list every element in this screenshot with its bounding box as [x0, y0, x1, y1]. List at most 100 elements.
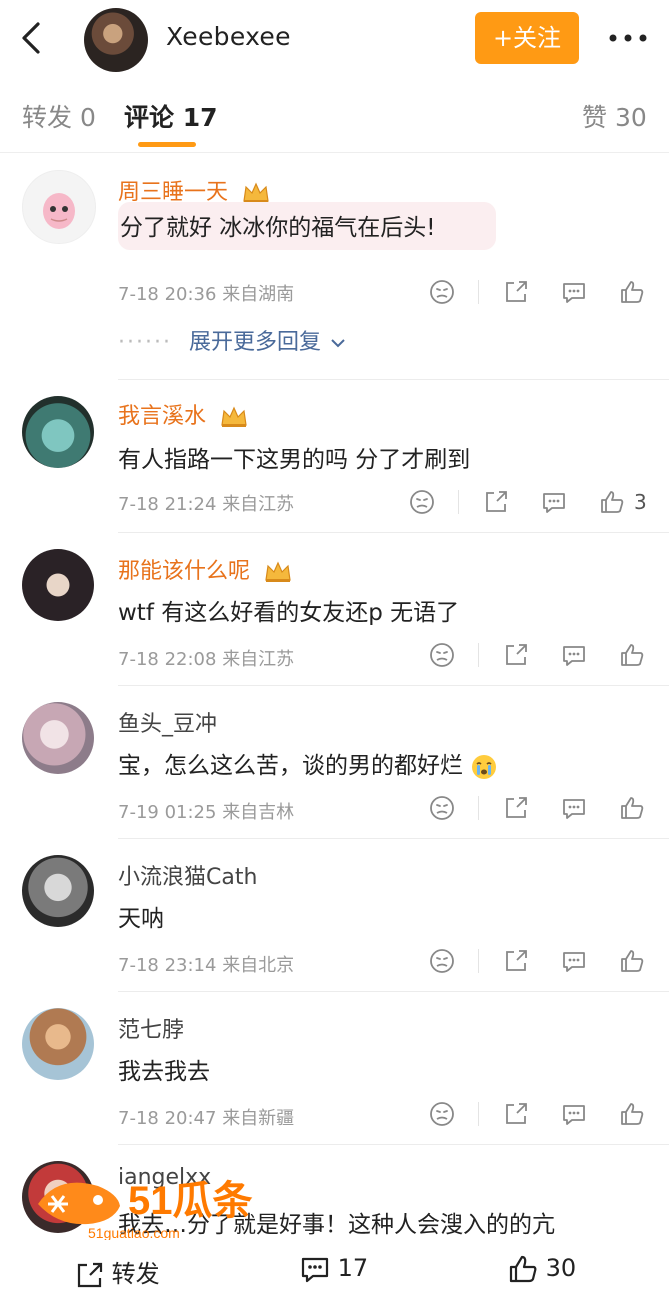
- expand-label[interactable]: 展开更多回复: [189, 330, 321, 355]
- comment-text: wtf 有这么好看的女友还p 无语了: [118, 600, 460, 626]
- commenter-name[interactable]: 我言溪水: [118, 398, 249, 430]
- username[interactable]: Xeebexee: [166, 22, 291, 51]
- comment-item: 周三睡一天 分了就好 冰冰你的福气在后头! 7-18 20:36 来自湖南 ··…: [0, 160, 669, 380]
- like-icon[interactable]: [618, 278, 646, 306]
- commenter-avatar[interactable]: [22, 702, 94, 774]
- share-icon[interactable]: [502, 947, 530, 975]
- comment-text: 宝，怎么这么苦，谈的男的都好烂: [118, 746, 498, 781]
- comment-time: 7-18 23:14: [118, 955, 217, 976]
- back-arrow-icon[interactable]: [14, 18, 48, 58]
- reply-icon[interactable]: [560, 1100, 588, 1128]
- comment-item: 小流浪猫Cath 天呐 7-18 23:14 来自北京: [0, 839, 669, 992]
- share-icon[interactable]: [502, 641, 530, 669]
- comment-meta: 7-19 01:25 来自吉林: [118, 798, 294, 824]
- comment-time: 7-19 01:25: [118, 802, 217, 823]
- commenter-avatar[interactable]: [22, 396, 94, 468]
- comment-text-body: 宝，怎么这么苦，谈的男的都好烂: [118, 753, 463, 779]
- reply-icon[interactable]: [560, 278, 588, 306]
- repost-icon: [77, 1262, 103, 1288]
- commenter-name-text[interactable]: 范七脖: [118, 1018, 184, 1043]
- comment-text: 分了就好 冰冰你的福气在后头!: [118, 202, 496, 250]
- watermark-domain: 51guatiao.com: [88, 1225, 180, 1241]
- comment-item: 我言溪水 有人指路一下这男的吗 分了才刷到 7-18 21:24 来自江苏 3: [0, 380, 669, 533]
- commenter-name-text[interactable]: 小流浪猫Cath: [118, 865, 257, 890]
- like-icon[interactable]: [598, 488, 626, 516]
- like-icon[interactable]: [618, 1100, 646, 1128]
- comment-item: 那能该什么呢 wtf 有这么好看的女友还p 无语了 7-18 22:08 来自江…: [0, 533, 669, 686]
- commenter-avatar[interactable]: [22, 855, 94, 927]
- share-icon[interactable]: [502, 1100, 530, 1128]
- comment-time: 7-18 22:08: [118, 649, 217, 670]
- dots-decoration: ······: [118, 330, 172, 355]
- reply-icon[interactable]: [560, 641, 588, 669]
- like-icon[interactable]: [618, 641, 646, 669]
- dislike-icon[interactable]: [428, 278, 456, 306]
- repost-label[interactable]: 转发: [112, 1260, 160, 1288]
- more-icon[interactable]: [606, 24, 650, 52]
- dislike-icon[interactable]: [428, 947, 456, 975]
- like-icon[interactable]: [618, 947, 646, 975]
- commenter-name-text[interactable]: 我言溪水: [118, 404, 206, 429]
- user-avatar[interactable]: [84, 8, 148, 72]
- top-bar: Xeebexee +关注: [0, 0, 669, 78]
- comment-location: 来自新疆: [222, 1108, 295, 1129]
- tab-likes[interactable]: 赞 30: [582, 98, 647, 134]
- comment-item: 鱼头_豆冲 宝，怎么这么苦，谈的男的都好烂 7-19 01:25 来自吉林: [0, 686, 669, 839]
- action-separator: [478, 796, 479, 820]
- comment-location: 来自湖南: [222, 284, 295, 305]
- dislike-icon[interactable]: [408, 488, 436, 516]
- commenter-name[interactable]: 那能该什么呢: [118, 553, 293, 585]
- like-count-total: 30: [545, 1254, 577, 1282]
- comment-location: 来自江苏: [222, 494, 295, 515]
- comment-time: 7-18 20:36: [118, 284, 217, 305]
- comment-time: 7-18 21:24: [118, 494, 217, 515]
- reply-icon[interactable]: [560, 794, 588, 822]
- comment-meta: 7-18 22:08 来自江苏: [118, 645, 294, 671]
- like-icon[interactable]: [618, 794, 646, 822]
- action-separator: [478, 280, 479, 304]
- like-count: 3: [634, 490, 647, 514]
- tab-bar: 转发 0 评论 17 赞 30: [0, 78, 669, 153]
- commenter-name[interactable]: 范七脖: [118, 1012, 184, 1044]
- comment-item: 范七脖 我去我去 7-18 20:47 来自新疆: [0, 992, 669, 1145]
- watermark-logo: 51瓜条 51guatiao.com: [28, 1164, 268, 1244]
- comment-location: 来自北京: [222, 955, 295, 976]
- reply-icon[interactable]: [560, 947, 588, 975]
- watermark-brand: 51瓜条: [128, 1179, 253, 1223]
- commenter-avatar[interactable]: [22, 549, 94, 621]
- comment-location: 来自吉林: [222, 802, 295, 823]
- comment-meta: 7-18 21:24 来自江苏: [118, 490, 294, 516]
- tab-comments[interactable]: 评论 17: [124, 98, 218, 134]
- comment-meta: 7-18 20:36 来自湖南: [118, 280, 294, 306]
- expand-replies-link[interactable]: ······ 展开更多回复: [118, 324, 348, 356]
- chevron-down-icon: [331, 339, 345, 348]
- tab-repost[interactable]: 转发 0: [22, 98, 96, 134]
- crying-face-emoji-icon: [472, 754, 497, 779]
- commenter-name[interactable]: 小流浪猫Cath: [118, 859, 257, 891]
- action-separator: [478, 1102, 479, 1126]
- comment-text: 我去我去: [118, 1059, 210, 1085]
- reply-icon[interactable]: [540, 488, 568, 516]
- active-tab-indicator: [138, 142, 196, 147]
- commenter-name-text[interactable]: 那能该什么呢: [118, 559, 250, 584]
- comment-text: 有人指路一下这男的吗 分了才刷到: [118, 447, 471, 473]
- dislike-icon[interactable]: [428, 1100, 456, 1128]
- comment-count: 17: [337, 1254, 369, 1282]
- share-icon[interactable]: [502, 794, 530, 822]
- action-separator: [478, 643, 479, 667]
- comment-meta: 7-18 23:14 来自北京: [118, 951, 294, 977]
- commenter-avatar[interactable]: [22, 1008, 94, 1080]
- share-icon[interactable]: [482, 488, 510, 516]
- share-icon[interactable]: [502, 278, 530, 306]
- dislike-icon[interactable]: [428, 794, 456, 822]
- commenter-name-text[interactable]: 鱼头_豆冲: [118, 712, 217, 737]
- comment-location: 来自江苏: [222, 649, 295, 670]
- follow-button[interactable]: +关注: [475, 12, 579, 64]
- crown-badge-icon: [221, 406, 247, 427]
- action-separator: [478, 949, 479, 973]
- comment-time: 7-18 20:47: [118, 1108, 217, 1129]
- commenter-avatar[interactable]: [22, 170, 96, 244]
- dislike-icon[interactable]: [428, 641, 456, 669]
- commenter-name[interactable]: 鱼头_豆冲: [118, 706, 217, 738]
- repost-action[interactable]: 转发: [74, 1254, 160, 1290]
